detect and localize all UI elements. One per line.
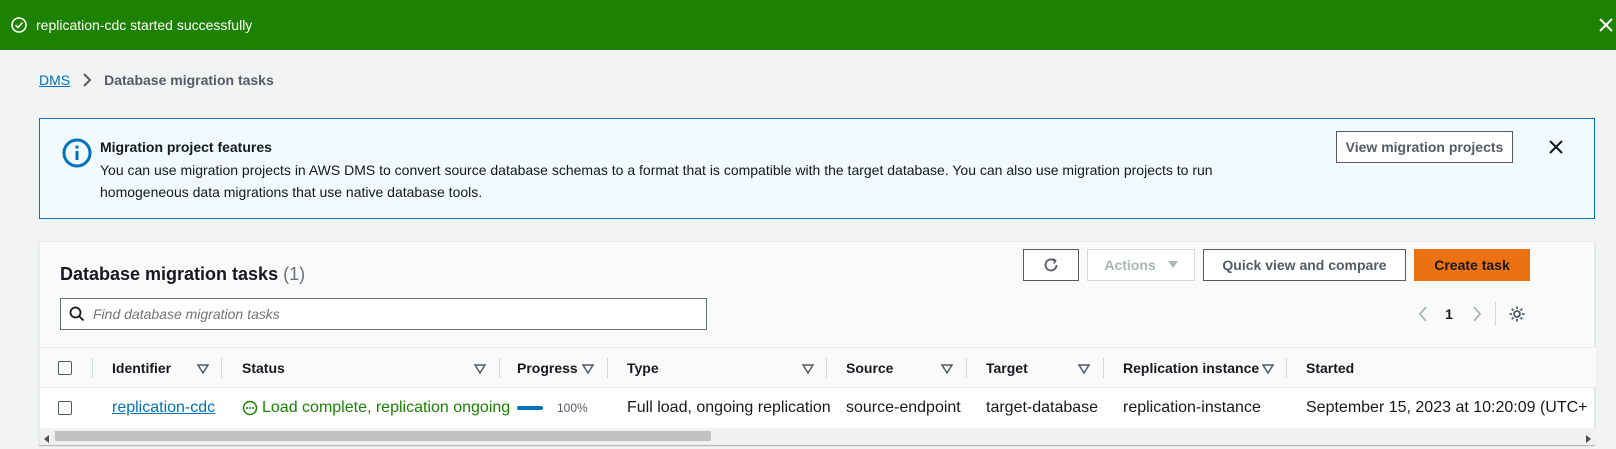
panel-title-text: Database migration tasks — [60, 264, 279, 284]
header-status[interactable]: Status — [242, 348, 285, 388]
row-checkbox-cell — [58, 388, 72, 428]
target-cell: target-database — [986, 388, 1098, 428]
header-label: Replication instance — [1123, 360, 1260, 376]
header-started[interactable]: Started — [1306, 348, 1354, 388]
status-cell: Load complete, replication ongoing — [242, 388, 510, 428]
column-divider — [221, 358, 222, 378]
search-icon — [69, 306, 85, 322]
status-in-progress-icon — [242, 400, 258, 416]
panel-title: Database migration tasks (1) — [60, 264, 305, 285]
caret-down-icon — [1167, 261, 1178, 269]
sort-caret-icon[interactable] — [581, 362, 595, 375]
header-replication-instance[interactable]: Replication instance — [1123, 348, 1259, 388]
panel-header: Database migration tasks (1) Actions Qui… — [40, 242, 1594, 348]
started-cell: September 15, 2023 at 10:20:09 (UTC+ — [1306, 388, 1596, 428]
info-icon — [61, 137, 93, 169]
settings-gear-icon[interactable] — [1507, 298, 1527, 330]
type-text: Full load, ongoing replication — [627, 399, 831, 416]
create-task-button[interactable]: Create task — [1414, 249, 1530, 281]
select-all-checkbox-cell — [58, 348, 72, 388]
table-row: replication-cdc Load complete, replicati… — [40, 388, 1596, 428]
scroll-right-icon[interactable] — [1583, 431, 1593, 443]
header-label: Source — [846, 360, 894, 376]
header-progress[interactable]: Progress — [517, 348, 578, 388]
dismiss-info-icon[interactable] — [1546, 137, 1566, 157]
horizontal-scrollbar[interactable] — [40, 428, 1596, 444]
sort-caret-icon[interactable] — [473, 362, 487, 375]
breadcrumb-dms-link[interactable]: DMS — [39, 72, 70, 88]
sort-caret-icon[interactable] — [1077, 362, 1091, 375]
header-source[interactable]: Source — [846, 348, 893, 388]
column-divider — [966, 358, 967, 378]
search-bar — [60, 298, 707, 330]
progress-cell: 100% — [517, 388, 588, 428]
migration-tasks-panel: Database migration tasks (1) Actions Qui… — [39, 241, 1596, 445]
actions-label: Actions — [1104, 257, 1156, 273]
search-input[interactable] — [93, 306, 693, 322]
column-divider — [607, 358, 608, 378]
header-label: Identifier — [112, 360, 172, 376]
column-divider — [1103, 358, 1104, 378]
source-cell: source-endpoint — [846, 388, 961, 428]
refresh-button[interactable] — [1023, 249, 1079, 281]
pager-divider — [1495, 302, 1496, 326]
view-migration-projects-button[interactable]: View migration projects — [1336, 131, 1513, 163]
select-all-checkbox[interactable] — [58, 361, 72, 375]
migration-projects-info-alert: Migration project features You can use m… — [39, 118, 1595, 219]
breadcrumb-current: Database migration tasks — [104, 72, 274, 88]
status-text: Load complete, replication ongoing — [262, 399, 511, 416]
quick-view-compare-button[interactable]: Quick view and compare — [1203, 249, 1406, 281]
current-page[interactable]: 1 — [1439, 298, 1459, 330]
scroll-left-icon[interactable] — [42, 431, 52, 443]
header-label: Status — [242, 360, 285, 376]
next-page-icon[interactable] — [1467, 298, 1487, 330]
previous-page-icon[interactable] — [1413, 298, 1433, 330]
instance-cell: replication-instance — [1123, 388, 1261, 428]
type-cell: Full load, ongoing replication — [627, 388, 831, 428]
header-target[interactable]: Target — [986, 348, 1028, 388]
check-circle-icon — [10, 16, 28, 34]
progress-percent: 100% — [557, 401, 588, 415]
sort-caret-icon[interactable] — [196, 362, 210, 375]
flash-message: replication-cdc started successfully — [36, 17, 253, 33]
sort-caret-icon[interactable] — [940, 362, 954, 375]
source-text: source-endpoint — [846, 399, 961, 416]
actions-dropdown[interactable]: Actions — [1087, 249, 1195, 281]
header-label: Type — [627, 360, 659, 376]
chevron-right-icon — [82, 73, 92, 87]
breadcrumb: DMS Database migration tasks — [39, 72, 274, 88]
instance-text: replication-instance — [1123, 399, 1261, 416]
info-body: You can use migration projects in AWS DM… — [100, 162, 1213, 200]
sort-caret-icon[interactable] — [801, 362, 815, 375]
column-divider — [1286, 358, 1287, 378]
success-flashbar: replication-cdc started successfully — [0, 0, 1616, 50]
progress-bar — [517, 406, 543, 410]
close-flash-icon[interactable] — [1596, 15, 1616, 35]
column-divider — [92, 358, 93, 378]
started-text: September 15, 2023 at 10:20:09 (UTC+ — [1306, 399, 1588, 416]
header-type[interactable]: Type — [627, 348, 659, 388]
sort-caret-icon[interactable] — [1261, 362, 1275, 375]
header-identifier[interactable]: Identifier — [112, 348, 171, 388]
target-text: target-database — [986, 399, 1099, 416]
column-divider — [499, 358, 500, 378]
header-label: Target — [986, 360, 1028, 376]
scrollbar-thumb[interactable] — [55, 431, 711, 441]
info-title: Migration project features — [100, 139, 272, 155]
column-divider — [826, 358, 827, 378]
task-identifier-link[interactable]: replication-cdc — [112, 399, 215, 417]
refresh-icon — [1042, 256, 1060, 274]
task-count: (1) — [283, 264, 306, 284]
header-label: Progress — [517, 360, 578, 376]
table-header: Identifier Status Progress Type Source T… — [40, 348, 1596, 388]
row-checkbox[interactable] — [58, 401, 72, 415]
header-label: Started — [1306, 360, 1355, 376]
identifier-cell: replication-cdc — [112, 388, 215, 428]
